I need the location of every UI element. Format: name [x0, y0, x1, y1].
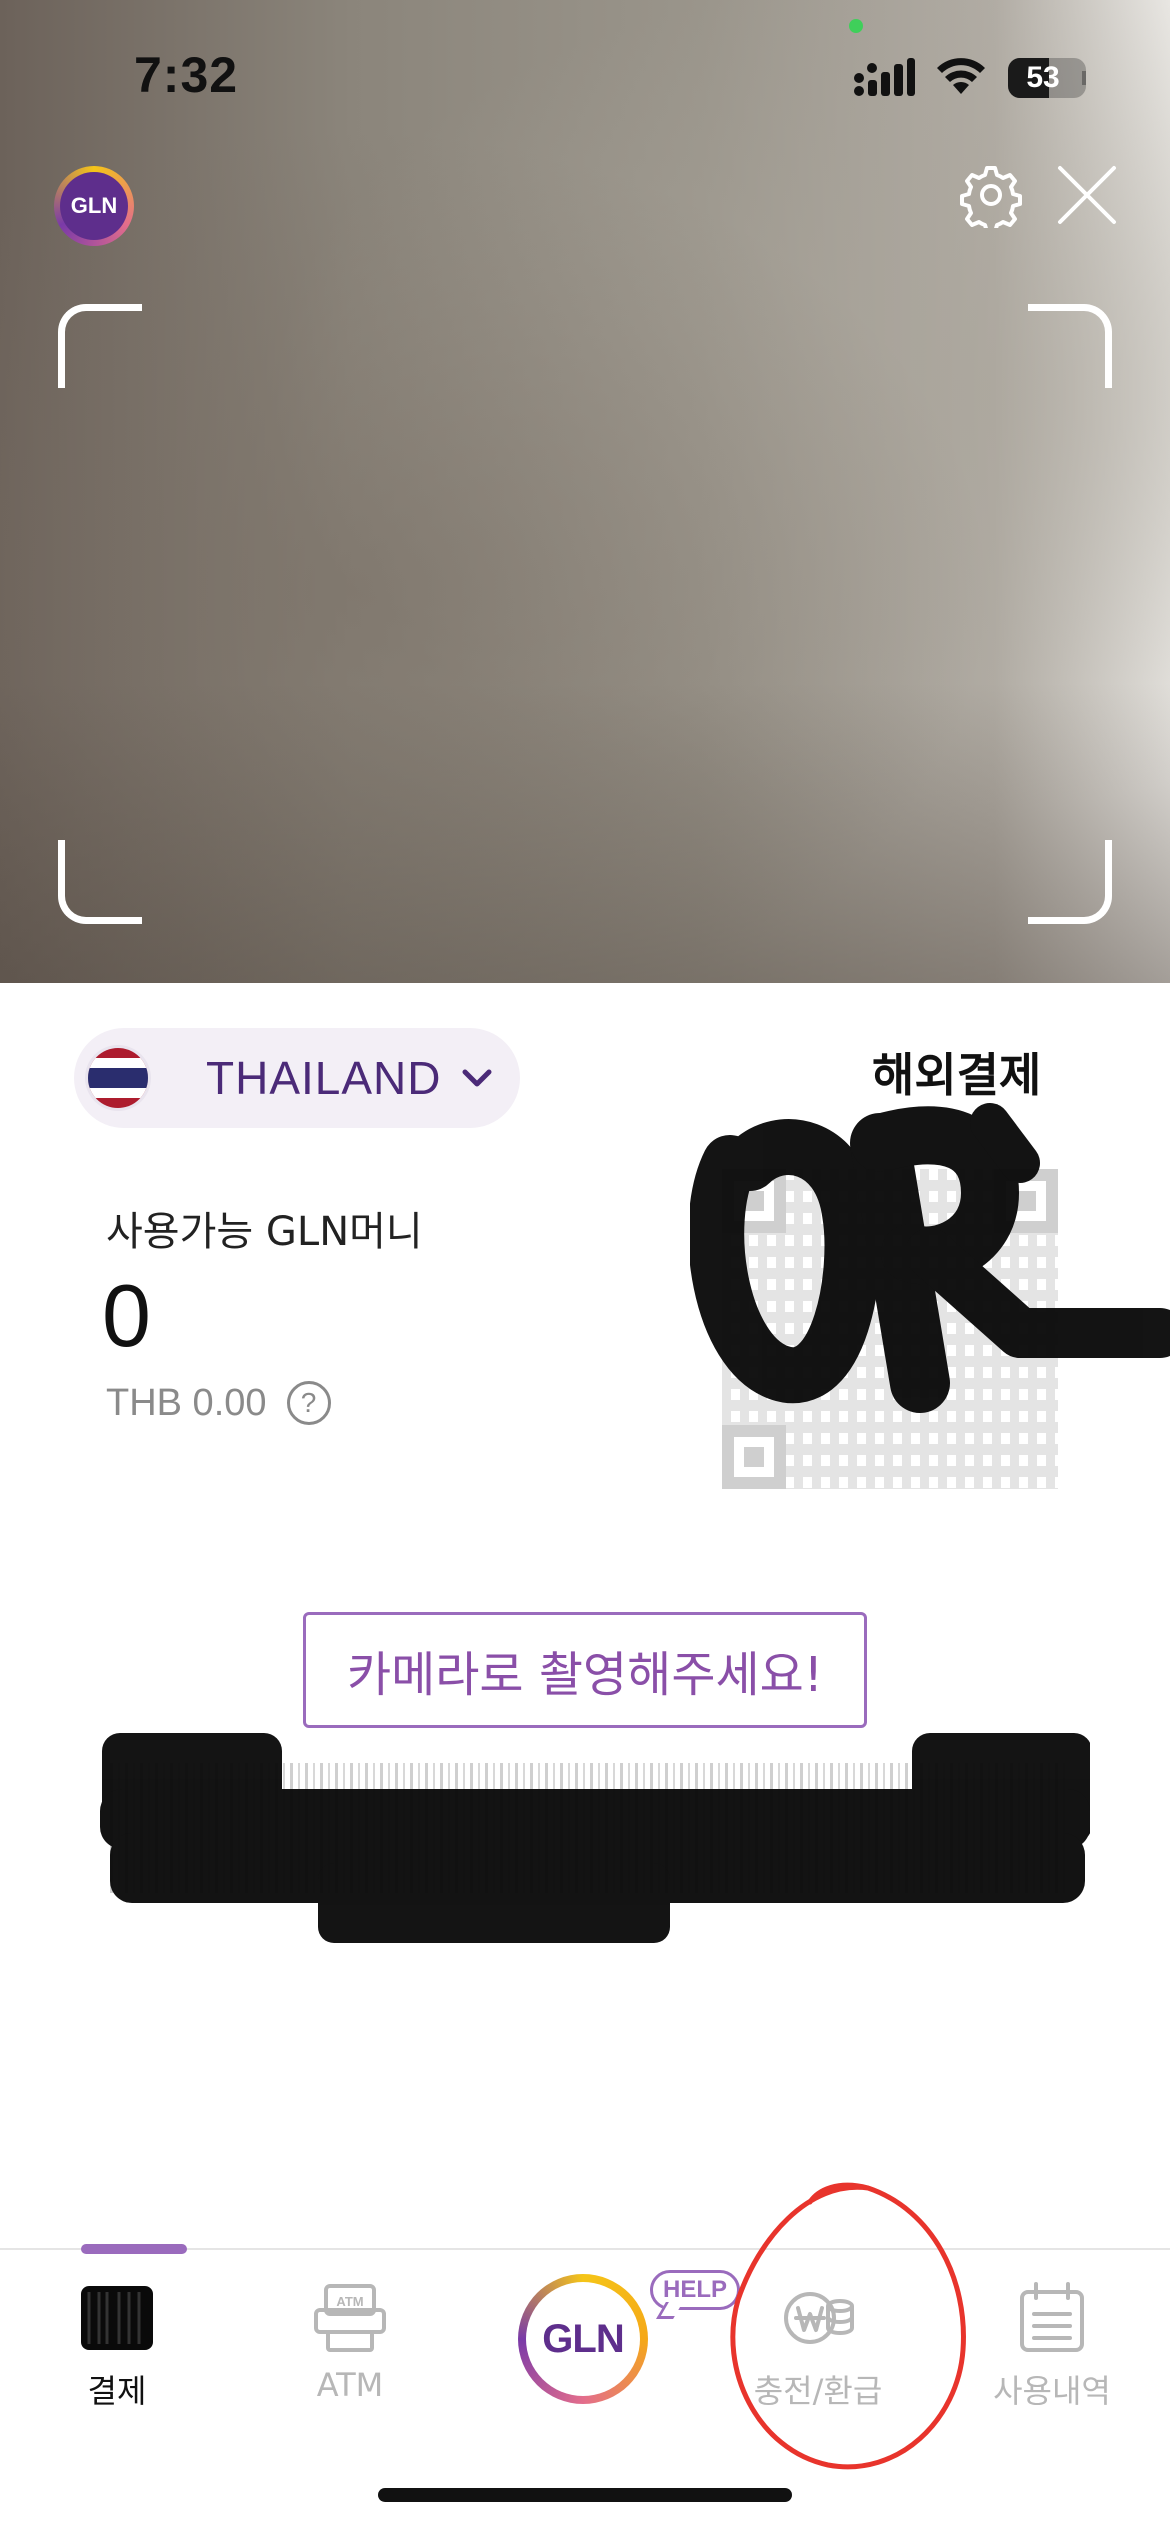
- wifi-icon: [937, 58, 985, 94]
- barcode-scan-hint: 카메라로 촬영해주세요!: [303, 1612, 867, 1728]
- status-time: 7:32: [134, 47, 239, 103]
- balance-local-currency: THB 0.00 ?: [106, 1381, 331, 1425]
- scan-frame-corner-top-right: [1028, 304, 1112, 388]
- gear-icon[interactable]: [958, 162, 1024, 228]
- redaction-scribble: [690, 1103, 1170, 1413]
- atm-icon: ATM: [314, 2284, 386, 2352]
- thailand-flag-icon: [88, 1048, 148, 1108]
- svg-text:ATM: ATM: [336, 2294, 363, 2309]
- tab-label: 사용내역: [993, 2372, 1111, 2410]
- scan-frame-corner-bottom-left: [58, 840, 142, 924]
- annotation-circle: [730, 2182, 966, 2470]
- battery-level: 53: [1026, 61, 1060, 94]
- page-title: 해외결제: [872, 1048, 1042, 1102]
- barcode-icon: [81, 2286, 153, 2350]
- tab-label: ATM: [316, 2366, 384, 2404]
- payment-barcode: [100, 1703, 1090, 1953]
- gln-logo-text: GLN: [60, 172, 128, 240]
- payment-screen: 7:32 53 GLN THAILAND 해외결제 사용가능 GLN머니 0 T…: [0, 0, 1170, 2532]
- cellular-signal-icon: [854, 58, 915, 96]
- help-question-icon[interactable]: ?: [286, 1381, 331, 1425]
- tab-gln-home[interactable]: GLN: [518, 2274, 648, 2404]
- scan-frame-corner-top-left: [58, 304, 142, 388]
- camera-in-use-dot: [849, 19, 863, 33]
- tab-history[interactable]: 사용내역: [952, 2250, 1152, 2450]
- tab-payment[interactable]: 결제: [17, 2244, 217, 2450]
- country-selector[interactable]: THAILAND: [74, 1028, 520, 1128]
- chevron-down-icon: [462, 1069, 492, 1087]
- tab-label: 결제: [87, 2372, 147, 2410]
- active-tab-indicator: [81, 2244, 187, 2254]
- home-indicator: [378, 2488, 792, 2502]
- battery-indicator: 53: [1008, 58, 1086, 98]
- scan-frame-corner-bottom-right: [1028, 840, 1112, 924]
- balance-value: 0: [102, 1266, 151, 1365]
- tab-atm[interactable]: ATM ATM: [250, 2250, 450, 2450]
- balance-label: 사용가능 GLN머니: [106, 1209, 423, 1255]
- close-icon[interactable]: [1056, 164, 1118, 226]
- country-name: THAILAND: [206, 1052, 442, 1104]
- history-icon: [1020, 2282, 1084, 2352]
- status-bar: 7:32 53: [0, 0, 1170, 150]
- barcode-redaction: [100, 1733, 1090, 1943]
- gln-logo-badge: GLN: [54, 166, 134, 246]
- balance-thb-amount: THB 0.00: [106, 1381, 267, 1424]
- gln-logo-icon: GLN: [526, 2282, 640, 2396]
